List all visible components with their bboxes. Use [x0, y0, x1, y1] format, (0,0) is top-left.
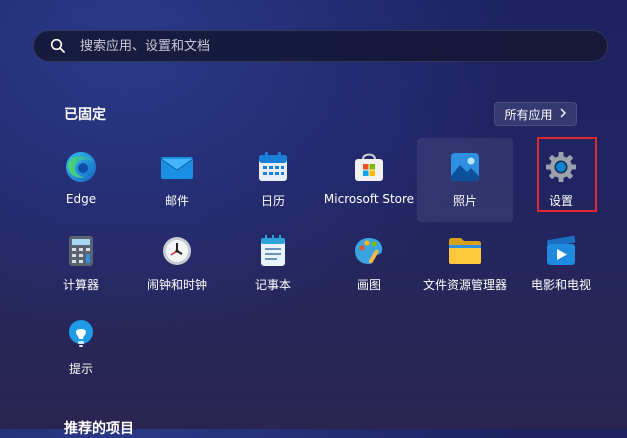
app-label: 文件资源管理器	[422, 278, 507, 292]
paint-icon	[352, 234, 386, 268]
app-label: 画图	[356, 278, 381, 292]
calendar-icon	[256, 150, 290, 184]
folder-icon	[448, 234, 482, 268]
mail-icon	[160, 150, 194, 184]
app-tile-notepad[interactable]: 记事本	[225, 222, 321, 306]
app-label: 照片	[452, 194, 477, 208]
app-label: Microsoft Store	[323, 192, 415, 206]
all-apps-label: 所有应用	[504, 107, 553, 122]
search-input[interactable]	[78, 37, 607, 55]
app-tile-edge[interactable]: Edge	[33, 138, 129, 222]
app-label: 电影和电视	[530, 278, 591, 292]
app-label: 日历	[260, 194, 285, 208]
start-menu: 已固定 所有应用 Edge	[0, 0, 627, 437]
settings-highlight-box	[537, 137, 597, 212]
recommended-section-title: 推荐的项目	[64, 421, 134, 437]
app-tile-photos[interactable]: 照片	[417, 138, 513, 222]
chevron-right-icon	[559, 107, 567, 121]
app-tile-tips[interactable]: 提示	[33, 306, 129, 390]
app-tile-store[interactable]: Microsoft Store	[321, 138, 417, 222]
app-label: 邮件	[164, 194, 189, 208]
app-label: 闹钟和时钟	[146, 278, 207, 292]
search-box[interactable]	[33, 30, 608, 62]
all-apps-button[interactable]: 所有应用	[494, 102, 577, 126]
tips-icon	[64, 318, 98, 352]
search-icon	[50, 38, 66, 54]
app-tile-clock[interactable]: 闹钟和时钟	[129, 222, 225, 306]
app-label: 提示	[68, 362, 93, 376]
app-tile-file-explorer[interactable]: 文件资源管理器	[417, 222, 513, 306]
app-label: Edge	[65, 192, 97, 206]
app-tile-paint[interactable]: 画图	[321, 222, 417, 306]
edge-icon	[64, 150, 98, 184]
calculator-icon	[64, 234, 98, 268]
notepad-icon	[256, 234, 290, 268]
app-tile-movies-tv[interactable]: 电影和电视	[513, 222, 609, 306]
app-tile-mail[interactable]: 邮件	[129, 138, 225, 222]
app-label: 记事本	[254, 278, 291, 292]
app-tile-calendar[interactable]: 日历	[225, 138, 321, 222]
photos-icon	[448, 150, 482, 184]
pinned-section-title: 已固定	[64, 107, 106, 123]
clock-icon	[160, 234, 194, 268]
app-tile-calculator[interactable]: 计算器	[33, 222, 129, 306]
video-icon	[544, 234, 578, 268]
app-label: 计算器	[62, 278, 99, 292]
store-icon	[352, 150, 386, 184]
